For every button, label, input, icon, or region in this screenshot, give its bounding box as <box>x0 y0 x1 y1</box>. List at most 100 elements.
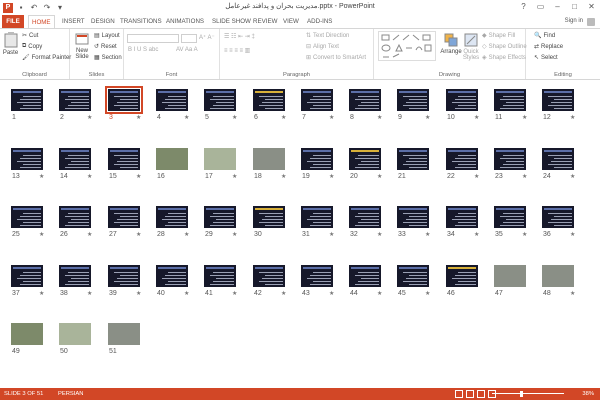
slide-image[interactable] <box>542 265 574 287</box>
cut-button[interactable]: ✂ Cut <box>22 32 38 40</box>
slide-sorter[interactable]: 1 2 ★ 3 ★ 4 ★ 5 ★ 6 ★ 7 ★ 8 ★ 9 ★ 10 ★ 11 ★ 12 ★ 13 ★ 14 ★ 15 ★ 16 17 ★… <box>0 81 600 387</box>
shape-outline-button[interactable]: ◇ Shape Outline <box>482 43 527 51</box>
slide-image[interactable] <box>494 89 526 111</box>
slide-show-view-icon[interactable] <box>488 390 496 398</box>
reading-view-icon[interactable] <box>477 390 485 398</box>
slide-image[interactable] <box>108 323 140 345</box>
tab-review[interactable]: REVIEW <box>253 15 277 28</box>
close-button[interactable]: ✕ <box>583 0 600 15</box>
slide-image[interactable] <box>253 265 285 287</box>
slide-image[interactable] <box>253 148 285 170</box>
zoom-level[interactable]: 38% <box>582 388 594 400</box>
minimize-button[interactable]: – <box>549 0 566 15</box>
slide-image[interactable] <box>494 206 526 228</box>
slide-image[interactable] <box>11 148 43 170</box>
tab-view[interactable]: VIEW <box>283 15 299 28</box>
slide-image[interactable] <box>156 265 188 287</box>
slide-image[interactable] <box>108 265 140 287</box>
slide-image[interactable] <box>349 265 381 287</box>
slide-image[interactable] <box>494 148 526 170</box>
smartart-button[interactable]: ⊞ Convert to SmartArt <box>306 54 366 62</box>
shapes-gallery[interactable] <box>378 31 436 61</box>
slide-image[interactable] <box>542 89 574 111</box>
slide-image[interactable] <box>253 206 285 228</box>
shape-fill-button[interactable]: ◆ Shape Fill <box>482 32 515 40</box>
shape-effects-button[interactable]: ◈ Shape Effects <box>482 54 526 62</box>
tab-design[interactable]: DESIGN <box>91 15 115 28</box>
alignment-icons[interactable]: ≡ ≡ ≡ ≡ ▥ <box>224 47 250 54</box>
slide-image[interactable] <box>542 206 574 228</box>
slide-image[interactable] <box>156 206 188 228</box>
slide-image[interactable] <box>59 89 91 111</box>
paste-button[interactable]: Paste <box>2 32 19 56</box>
slide-image[interactable] <box>156 89 188 111</box>
slide-image[interactable] <box>349 89 381 111</box>
quick-styles-button[interactable]: Quick Styles <box>462 33 480 61</box>
slide-image[interactable] <box>301 206 333 228</box>
slide-image[interactable] <box>397 265 429 287</box>
arrange-button[interactable]: Arrange <box>440 33 462 55</box>
slide-image[interactable] <box>59 265 91 287</box>
zoom-slider[interactable] <box>492 393 564 394</box>
slide-image[interactable] <box>397 206 429 228</box>
tab-insert[interactable]: INSERT <box>62 15 85 28</box>
slide-image[interactable] <box>446 89 478 111</box>
font-name-box[interactable] <box>127 34 179 43</box>
language-indicator[interactable]: PERSIAN <box>58 388 83 400</box>
slide-sorter-view-icon[interactable] <box>466 390 474 398</box>
bold-italic-underline-icons[interactable]: B I U S abc <box>128 47 158 53</box>
slide-image[interactable] <box>301 148 333 170</box>
tab-transitions[interactable]: TRANSITIONS <box>120 15 162 28</box>
copy-button[interactable]: ⧉ Copy <box>22 43 42 50</box>
slide-image[interactable] <box>59 206 91 228</box>
reset-button[interactable]: ↺ Reset <box>94 43 117 51</box>
slide-image[interactable] <box>349 148 381 170</box>
layout-button[interactable]: ▤ Layout <box>94 32 120 40</box>
slide-image[interactable] <box>59 148 91 170</box>
zoom-slider-handle[interactable] <box>520 391 523 397</box>
section-button[interactable]: ▦ Section <box>94 54 122 62</box>
slide-image[interactable] <box>11 89 43 111</box>
sign-in[interactable]: Sign in <box>565 15 595 28</box>
normal-view-icon[interactable] <box>455 390 463 398</box>
slide-image[interactable] <box>397 89 429 111</box>
slide-image[interactable] <box>446 206 478 228</box>
tab-home[interactable]: HOME <box>28 15 55 28</box>
maximize-button[interactable]: □ <box>566 0 583 15</box>
slide-image[interactable] <box>446 148 478 170</box>
text-direction-button[interactable]: ⇅ Text Direction <box>306 32 349 40</box>
slide-image[interactable] <box>156 148 188 170</box>
tab-add-ins[interactable]: ADD-INS <box>307 15 332 28</box>
help-button[interactable]: ? <box>515 0 532 15</box>
slide-image[interactable] <box>253 89 285 111</box>
slide-image[interactable] <box>542 148 574 170</box>
slide-image[interactable] <box>301 265 333 287</box>
slide-image[interactable] <box>494 265 526 287</box>
slide-image[interactable] <box>397 148 429 170</box>
replace-button[interactable]: ⇄ Replace <box>534 43 563 51</box>
font-grow-shrink-icons[interactable]: A⁺ A⁻ <box>199 34 215 41</box>
slide-image[interactable] <box>204 206 236 228</box>
format-painter-button[interactable]: 🖌 Format Painter <box>22 54 71 62</box>
slide-image[interactable] <box>349 206 381 228</box>
align-text-button[interactable]: ⊟ Align Text <box>306 43 339 51</box>
slide-image[interactable] <box>11 265 43 287</box>
ribbon-display-button[interactable]: ▭ <box>532 0 549 15</box>
slide-image[interactable] <box>204 89 236 111</box>
font-color-icon[interactable]: AV Aa A <box>176 47 198 53</box>
slide-image[interactable] <box>59 323 91 345</box>
slide-image[interactable] <box>105 86 143 114</box>
slide-image[interactable] <box>11 206 43 228</box>
tab-slide-show[interactable]: SLIDE SHOW <box>212 15 251 28</box>
slide-image[interactable] <box>446 265 478 287</box>
slide-image[interactable] <box>204 265 236 287</box>
font-size-box[interactable] <box>181 34 197 43</box>
new-slide-button[interactable]: New Slide <box>72 32 92 60</box>
slide-image[interactable] <box>204 148 236 170</box>
bullets-icon[interactable]: ☰ ☷ ⇤ ⇥ ‡ <box>224 33 255 40</box>
tab-file[interactable]: FILE <box>2 15 24 28</box>
find-button[interactable]: 🔍 Find <box>534 32 555 40</box>
slide-image[interactable] <box>108 206 140 228</box>
tab-animations[interactable]: ANIMATIONS <box>166 15 204 28</box>
slide-image[interactable] <box>11 323 43 345</box>
